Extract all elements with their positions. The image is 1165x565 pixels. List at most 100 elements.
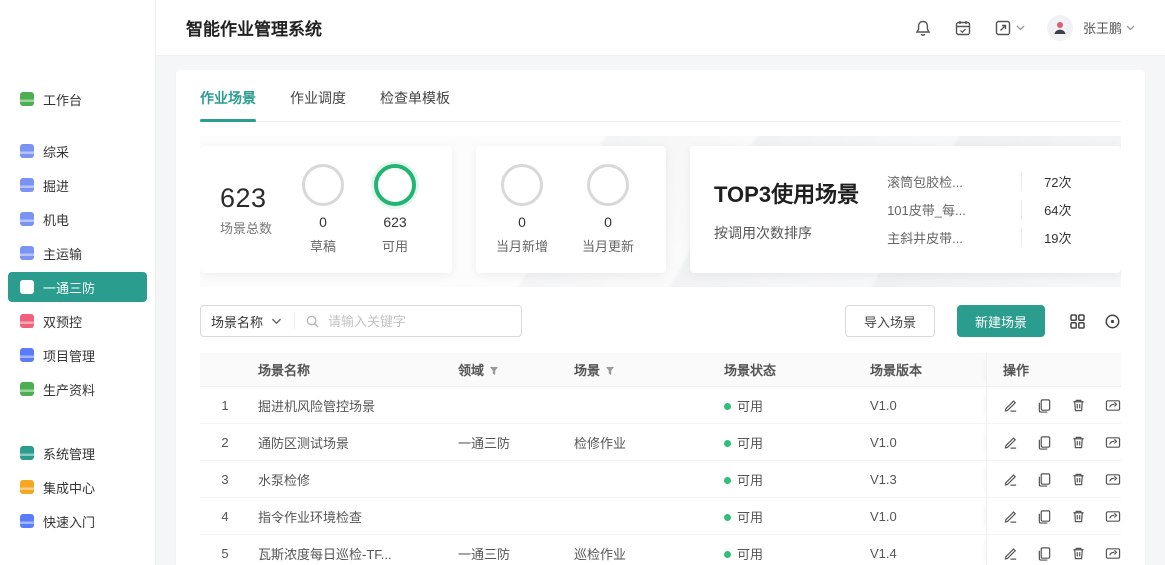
col-actions: 操作 — [986, 353, 1121, 386]
table-settings-icon[interactable] — [1104, 313, 1121, 330]
sidebar-item-project-management[interactable]: 项目管理 — [8, 340, 147, 370]
available-value: 623 — [383, 214, 406, 230]
tab-checklist-templates[interactable]: 检查单模板 — [380, 88, 450, 121]
copy-icon[interactable] — [1037, 435, 1052, 450]
top3-item-count: 64次 — [1021, 200, 1071, 219]
scene-name-cell: 水泵检修 — [250, 470, 450, 489]
top-header: 智能作业管理系统 张王鹏 — [156, 0, 1165, 56]
notification-bell-icon[interactable] — [914, 19, 932, 37]
monthly-new-ring-icon — [501, 164, 543, 206]
app-box-icon[interactable] — [994, 19, 1025, 37]
production-icon — [20, 382, 34, 396]
col-domain[interactable]: 领域 — [450, 360, 566, 379]
row-index: 1 — [200, 398, 250, 413]
sidebar-item-label: 双预控 — [43, 312, 82, 331]
scene-name-cell: 指令作业环境检查 — [250, 507, 450, 526]
edit-icon[interactable] — [1003, 435, 1018, 450]
filter-bar: 场景名称 导入场景 新建场景 — [200, 305, 1121, 337]
export-icon[interactable] — [1105, 398, 1121, 413]
export-icon[interactable] — [1105, 509, 1121, 524]
monthly-updated-value: 0 — [604, 214, 612, 230]
table-row[interactable]: 1 掘进机风险管控场景 可用 V1.0 — [200, 387, 1121, 424]
copy-icon[interactable] — [1037, 472, 1052, 487]
copy-icon[interactable] — [1037, 509, 1052, 524]
top3-item: 主斜井皮带... 19次 — [887, 228, 1097, 247]
monthly-updated-label: 当月更新 — [582, 236, 634, 255]
avatar — [1047, 15, 1073, 41]
row-index: 4 — [200, 509, 250, 524]
sidebar-item-label: 集成中心 — [43, 478, 95, 497]
sidebar-item-label: 工作台 — [43, 90, 82, 109]
create-scene-button[interactable]: 新建场景 — [957, 305, 1045, 337]
top3-item-name: 滚筒包胶检... — [887, 172, 1007, 191]
available-stat: 623 可用 — [374, 164, 416, 255]
copy-icon[interactable] — [1037, 398, 1052, 413]
available-ring-icon — [374, 164, 416, 206]
table-row[interactable]: 2 通防区测试场景 一通三防 检修作业 可用 V1.0 — [200, 424, 1121, 461]
sidebar-item-production-data[interactable]: 生产资料 — [8, 374, 147, 404]
sidebar-item-ventilation-three-prevention[interactable]: 一通三防 — [8, 272, 147, 302]
copy-icon[interactable] — [1037, 546, 1052, 561]
version-cell: V1.3 — [862, 472, 986, 487]
sidebar-item-label: 掘进 — [43, 176, 69, 195]
search-field-select[interactable]: 场景名称 — [211, 312, 263, 331]
delete-icon[interactable] — [1071, 472, 1086, 487]
draft-ring-icon — [302, 164, 344, 206]
top3-subtitle: 按调用次数排序 — [714, 223, 859, 243]
table-row[interactable]: 4 指令作业环境检查 可用 V1.0 — [200, 498, 1121, 535]
scene-total-card: 623 场景总数 0 草稿 623 可用 — [200, 146, 452, 273]
delete-icon[interactable] — [1071, 398, 1086, 413]
dual-control-icon — [20, 314, 34, 328]
table-row[interactable]: 5 瓦斯浓度每日巡检-TF... 一通三防 巡检作业 可用 V1.4 — [200, 535, 1121, 565]
row-index: 5 — [200, 546, 250, 561]
delete-icon[interactable] — [1071, 435, 1086, 450]
sidebar-item-system-management[interactable]: 系统管理 — [8, 438, 147, 468]
edit-icon[interactable] — [1003, 546, 1018, 561]
export-icon[interactable] — [1105, 472, 1121, 487]
sidebar-item-label: 一通三防 — [43, 278, 95, 297]
scene-type-cell: 巡检作业 — [566, 544, 716, 563]
edit-icon[interactable] — [1003, 472, 1018, 487]
card-view-icon[interactable] — [1069, 313, 1086, 330]
sidebar-item-workbench[interactable]: 工作台 — [8, 84, 147, 114]
draft-label: 草稿 — [310, 236, 336, 255]
scene-name-cell: 瓦斯浓度每日巡检-TF... — [250, 544, 450, 563]
table-row[interactable]: 3 水泵检修 可用 V1.3 — [200, 461, 1121, 498]
col-scene-status: 场景状态 — [716, 360, 862, 379]
delete-icon[interactable] — [1071, 546, 1086, 561]
page-title: 智能作业管理系统 — [186, 15, 322, 40]
sidebar-item-fully-mechanized-mining[interactable]: 综采 — [8, 136, 147, 166]
sidebar-item-electromechanical[interactable]: 机电 — [8, 204, 147, 234]
delete-icon[interactable] — [1071, 509, 1086, 524]
total-scenes-value: 623 — [220, 183, 272, 214]
sidebar-item-excavation[interactable]: 掘进 — [8, 170, 147, 200]
search-input[interactable] — [328, 314, 511, 329]
calendar-icon[interactable] — [954, 19, 972, 37]
export-icon[interactable] — [1105, 546, 1121, 561]
draft-stat: 0 草稿 — [302, 164, 344, 255]
row-index: 2 — [200, 435, 250, 450]
excavation-icon — [20, 178, 34, 192]
version-cell: V1.0 — [862, 509, 986, 524]
version-cell: V1.0 — [862, 435, 986, 450]
user-menu[interactable]: 张王鹏 — [1047, 15, 1135, 41]
version-cell: V1.0 — [862, 398, 986, 413]
edit-icon[interactable] — [1003, 398, 1018, 413]
sidebar-item-dual-prevention-control[interactable]: 双预控 — [8, 306, 147, 336]
tab-operation-scheduling[interactable]: 作业调度 — [290, 88, 346, 121]
tab-operation-scenes[interactable]: 作业场景 — [200, 88, 256, 121]
project-icon — [20, 348, 34, 362]
import-scene-button[interactable]: 导入场景 — [845, 305, 935, 337]
top3-item: 滚筒包胶检... 72次 — [887, 172, 1097, 191]
search-icon — [305, 314, 320, 329]
tab-bar: 作业场景 作业调度 检查单模板 — [200, 70, 1121, 122]
sidebar-item-quick-start[interactable]: 快速入门 — [8, 506, 147, 536]
edit-icon[interactable] — [1003, 509, 1018, 524]
sidebar-item-main-transport[interactable]: 主运输 — [8, 238, 147, 268]
mining-icon — [20, 144, 34, 158]
row-index: 3 — [200, 472, 250, 487]
sidebar-item-label: 主运输 — [43, 244, 82, 263]
col-scene[interactable]: 场景 — [566, 360, 716, 379]
sidebar-item-integration-center[interactable]: 集成中心 — [8, 472, 147, 502]
export-icon[interactable] — [1105, 435, 1121, 450]
